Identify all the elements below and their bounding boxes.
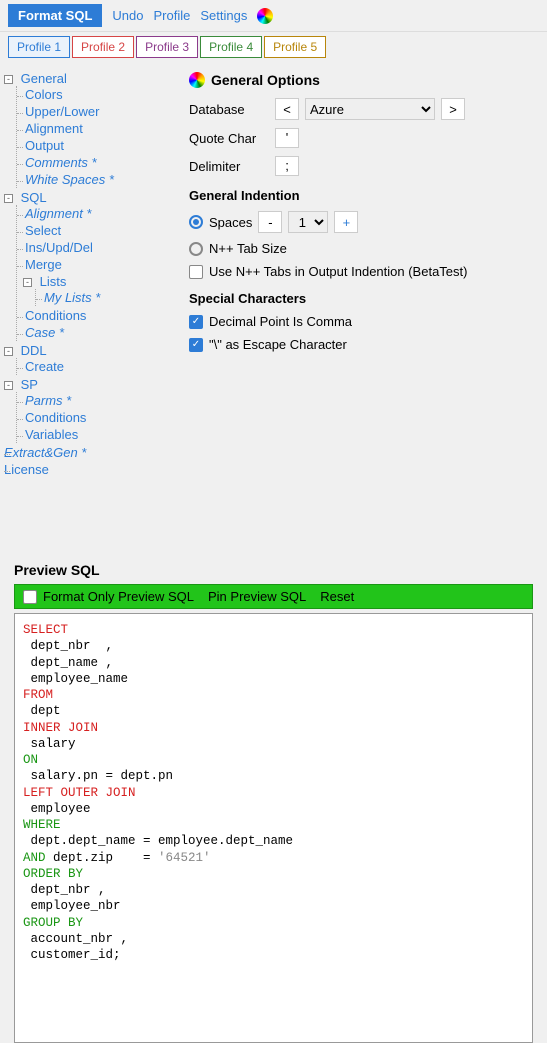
general-options-title: General Options bbox=[211, 72, 320, 88]
preview-toolbar: Format Only Preview SQL Pin Preview SQL … bbox=[14, 584, 533, 609]
delimiter-label: Delimiter bbox=[189, 159, 269, 174]
tree-parms[interactable]: Parms * bbox=[25, 393, 71, 408]
tree-create[interactable]: Create bbox=[25, 359, 64, 374]
expander-icon[interactable]: - bbox=[4, 347, 13, 356]
tree-comments[interactable]: Comments * bbox=[25, 155, 97, 170]
tree-output[interactable]: Output bbox=[25, 138, 64, 153]
npp-tab-label: N++ Tab Size bbox=[209, 241, 287, 256]
spaces-minus-button[interactable]: - bbox=[258, 211, 282, 233]
expander-icon[interactable]: - bbox=[4, 194, 13, 203]
quote-char-label: Quote Char bbox=[189, 131, 269, 146]
database-next-button[interactable]: > bbox=[441, 98, 465, 120]
format-only-checkbox[interactable] bbox=[23, 590, 37, 604]
profile-4-button[interactable]: Profile 4 bbox=[200, 36, 262, 58]
tree-extract-gen[interactable]: Extract&Gen * bbox=[4, 445, 86, 460]
tree-sp[interactable]: SP bbox=[21, 377, 38, 392]
spaces-input[interactable]: 1 bbox=[288, 211, 328, 233]
special-chars-title: Special Characters bbox=[189, 291, 533, 306]
options-panel: General Options Database < Azure > Quote… bbox=[175, 62, 547, 562]
spaces-plus-button[interactable]: + bbox=[334, 211, 358, 233]
preview-panel: Preview SQL Format Only Preview SQL Pin … bbox=[0, 562, 547, 1043]
format-sql-button[interactable]: Format SQL bbox=[8, 4, 102, 27]
reset-link[interactable]: Reset bbox=[320, 589, 354, 604]
tree-upper-lower[interactable]: Upper/Lower bbox=[25, 104, 99, 119]
tree-sql-alignment[interactable]: Alignment * bbox=[25, 206, 91, 221]
profile-1-button[interactable]: Profile 1 bbox=[8, 36, 70, 58]
tree-my-lists[interactable]: My Lists * bbox=[44, 290, 100, 305]
escape-char-label: "\" as Escape Character bbox=[209, 337, 347, 352]
tree-white-spaces[interactable]: White Spaces * bbox=[25, 172, 114, 187]
database-select[interactable]: Azure bbox=[305, 98, 435, 120]
profile-2-button[interactable]: Profile 2 bbox=[72, 36, 134, 58]
color-wheel-icon[interactable] bbox=[257, 8, 273, 24]
expander-icon[interactable]: - bbox=[4, 381, 13, 390]
tree-colors[interactable]: Colors bbox=[25, 87, 63, 102]
spaces-label: Spaces bbox=[209, 215, 252, 230]
database-label: Database bbox=[189, 102, 269, 117]
tree-case[interactable]: Case * bbox=[25, 325, 64, 340]
profile-link[interactable]: Profile bbox=[153, 8, 190, 23]
quote-char-value[interactable]: ' bbox=[275, 128, 299, 148]
profile-bar: Profile 1 Profile 2 Profile 3 Profile 4 … bbox=[0, 32, 547, 62]
tree-variables[interactable]: Variables bbox=[25, 427, 78, 442]
tree-conditions[interactable]: Conditions bbox=[25, 308, 86, 323]
profile-3-button[interactable]: Profile 3 bbox=[136, 36, 198, 58]
pin-preview-link[interactable]: Pin Preview SQL bbox=[208, 589, 306, 604]
use-npp-tabs-checkbox[interactable] bbox=[189, 265, 203, 279]
sidebar-tree: - General Colors Upper/Lower Alignment O… bbox=[0, 62, 175, 562]
main-toolbar: Format SQL Undo Profile Settings bbox=[0, 0, 547, 32]
tree-sp-conditions[interactable]: Conditions bbox=[25, 410, 86, 425]
tree-select[interactable]: Select bbox=[25, 223, 61, 238]
spaces-radio[interactable] bbox=[189, 215, 203, 229]
tree-lists[interactable]: Lists bbox=[40, 274, 67, 289]
tree-sql[interactable]: SQL bbox=[21, 190, 47, 205]
profile-5-button[interactable]: Profile 5 bbox=[264, 36, 326, 58]
database-prev-button[interactable]: < bbox=[275, 98, 299, 120]
settings-link[interactable]: Settings bbox=[200, 8, 247, 23]
sql-preview-box[interactable]: SELECT dept_nbr , dept_name , employee_n… bbox=[14, 613, 533, 1043]
npp-tab-radio[interactable] bbox=[189, 242, 203, 256]
expander-icon[interactable]: - bbox=[23, 278, 32, 287]
tree-license[interactable]: License bbox=[4, 462, 49, 477]
tree-ins-upd-del[interactable]: Ins/Upd/Del bbox=[25, 240, 93, 255]
tree-alignment[interactable]: Alignment bbox=[25, 121, 83, 136]
color-wheel-icon bbox=[189, 72, 205, 88]
preview-title: Preview SQL bbox=[14, 562, 533, 578]
escape-char-checkbox[interactable] bbox=[189, 338, 203, 352]
indention-title: General Indention bbox=[189, 188, 533, 203]
tree-ddl[interactable]: DDL bbox=[21, 343, 47, 358]
decimal-comma-label: Decimal Point Is Comma bbox=[209, 314, 352, 329]
format-only-label: Format Only Preview SQL bbox=[43, 589, 194, 604]
expander-icon[interactable]: - bbox=[4, 75, 13, 84]
tree-general[interactable]: General bbox=[21, 71, 67, 86]
decimal-comma-checkbox[interactable] bbox=[189, 315, 203, 329]
use-npp-tabs-label: Use N++ Tabs in Output Indention (BetaTe… bbox=[209, 264, 467, 279]
delimiter-value[interactable]: ; bbox=[275, 156, 299, 176]
undo-link[interactable]: Undo bbox=[112, 8, 143, 23]
tree-merge[interactable]: Merge bbox=[25, 257, 62, 272]
